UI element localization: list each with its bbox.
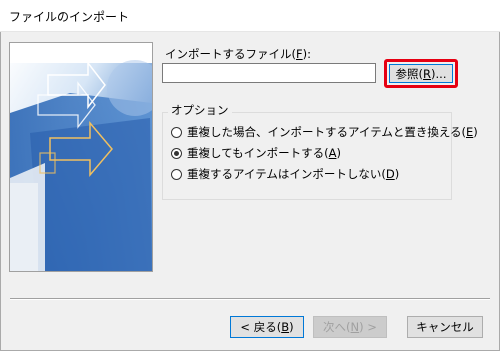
- radio-dot-icon: [174, 150, 179, 156]
- import-wizard-graphic: [9, 42, 153, 272]
- radio-button-icon[interactable]: [171, 168, 182, 180]
- import-file-label: インポートするファイル(F):: [165, 47, 311, 61]
- option-label: 重複してもインポートする(A): [187, 146, 341, 160]
- radio-button-icon[interactable]: [171, 126, 182, 138]
- wizard-arrows-graphic: [10, 43, 152, 271]
- option-skip-duplicates[interactable]: 重複するアイテムはインポートしない(D): [171, 166, 399, 182]
- back-button[interactable]: < 戻る(B): [230, 316, 304, 338]
- window-title: ファイルのインポート: [9, 10, 130, 24]
- option-allow-duplicates[interactable]: 重複してもインポートする(A): [171, 145, 341, 161]
- option-replace-duplicates[interactable]: 重複した場合、インポートするアイテムと置き換える(E): [171, 124, 478, 140]
- import-file-path-input[interactable]: [162, 63, 376, 83]
- option-label: 重複した場合、インポートするアイテムと置き換える(E): [187, 125, 478, 139]
- browse-button[interactable]: 参照(R)...: [389, 64, 453, 83]
- cancel-button[interactable]: キャンセル: [407, 316, 483, 338]
- option-label: 重複するアイテムはインポートしない(D): [187, 167, 400, 181]
- footer-separator: [10, 298, 490, 300]
- radio-button-selected-icon[interactable]: [171, 147, 182, 159]
- next-button[interactable]: 次へ(N) >: [313, 316, 387, 338]
- title-bar: ファイルのインポート: [0, 0, 500, 32]
- options-legend: オプション: [168, 102, 232, 118]
